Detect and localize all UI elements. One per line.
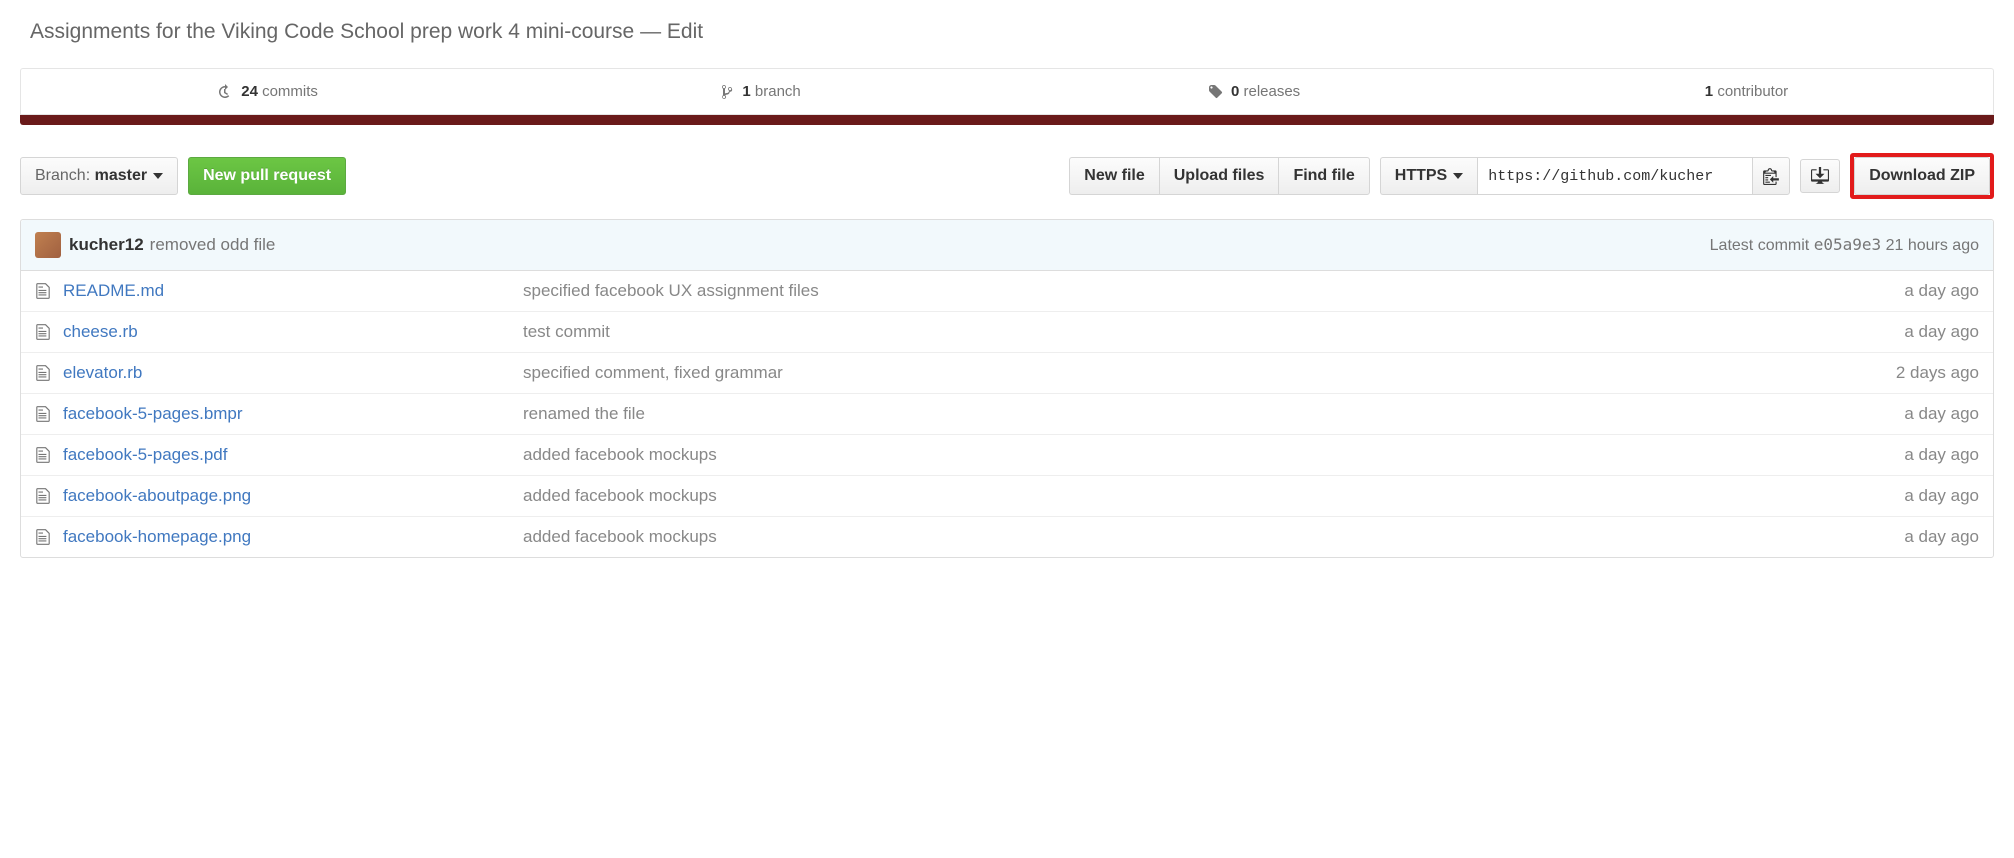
branch-icon [720, 84, 734, 100]
file-row: facebook-aboutpage.png added facebook moc… [21, 476, 1993, 517]
download-zip-button[interactable]: Download ZIP [1854, 157, 1990, 195]
file-link[interactable]: facebook-5-pages.bmpr [63, 404, 243, 423]
branch-name: master [95, 166, 147, 186]
file-list-box: kucher12 removed odd file Latest commit … [20, 219, 1994, 558]
file-icon [35, 446, 51, 464]
file-commit-msg[interactable]: renamed the file [523, 404, 1904, 424]
open-desktop-button[interactable] [1800, 159, 1840, 193]
file-age: a day ago [1904, 527, 1979, 547]
file-age: 2 days ago [1896, 363, 1979, 383]
upload-files-button[interactable]: Upload files [1159, 157, 1279, 195]
file-commit-msg[interactable]: added facebook mockups [523, 527, 1904, 547]
history-icon [217, 84, 233, 100]
file-icon [35, 528, 51, 546]
file-row: facebook-5-pages.bmpr renamed the filea d… [21, 394, 1993, 435]
commit-when: 21 hours ago [1886, 237, 1979, 254]
file-age: a day ago [1904, 281, 1979, 301]
file-link[interactable]: facebook-homepage.png [63, 527, 251, 546]
branches-label: branch [755, 83, 801, 100]
file-commit-msg[interactable]: test commit [523, 322, 1904, 342]
commit-sha[interactable]: e05a9e3 [1814, 235, 1881, 254]
commit-author[interactable]: kucher12 [69, 235, 144, 255]
file-row: README.md specified facebook UX assignmen… [21, 271, 1993, 312]
stats-branches[interactable]: 1 branch [514, 69, 1007, 114]
file-commit-msg[interactable]: added facebook mockups [523, 445, 1904, 465]
file-actions-group: New file Upload files Find file [1069, 157, 1369, 195]
file-link[interactable]: facebook-aboutpage.png [63, 486, 251, 505]
releases-count: 0 [1231, 83, 1239, 100]
download-zip-highlight: Download ZIP [1850, 153, 1994, 199]
file-age: a day ago [1904, 445, 1979, 465]
tag-icon [1207, 84, 1223, 100]
file-commit-msg[interactable]: added facebook mockups [523, 486, 1904, 506]
file-commit-msg[interactable]: specified comment, fixed grammar [523, 363, 1896, 383]
contributors-label: contributor [1717, 83, 1788, 100]
file-age: a day ago [1904, 404, 1979, 424]
clone-group: HTTPS [1380, 157, 1790, 195]
branches-count: 1 [742, 83, 750, 100]
file-icon [35, 282, 51, 300]
commit-meta: Latest commit e05a9e3 21 hours ago [1710, 235, 1979, 255]
file-age: a day ago [1904, 486, 1979, 506]
file-link[interactable]: cheese.rb [63, 322, 138, 341]
file-row: facebook-5-pages.pdf added facebook mocku… [21, 435, 1993, 476]
commit-message[interactable]: removed odd file [150, 235, 276, 255]
caret-down-icon [153, 173, 163, 179]
avatar[interactable] [35, 232, 61, 258]
repo-description: Assignments for the Viking Code School p… [20, 20, 1994, 44]
caret-down-icon [1453, 173, 1463, 179]
desktop-download-icon [1811, 167, 1829, 185]
stats-releases[interactable]: 0 releases [1007, 69, 1500, 114]
file-icon [35, 364, 51, 382]
toolbar: Branch: master New pull request New file… [20, 153, 1994, 199]
stats-bar: 24 commits 1 branch 0 releases 1 contrib… [20, 68, 1994, 115]
latest-commit-label: Latest commit [1710, 237, 1810, 254]
protocol-select[interactable]: HTTPS [1380, 157, 1477, 195]
branch-select[interactable]: Branch: master [20, 157, 178, 195]
file-row: cheese.rb test commita day ago [21, 312, 1993, 353]
file-link[interactable]: README.md [63, 281, 164, 300]
file-row: elevator.rb specified comment, fixed gram… [21, 353, 1993, 394]
copy-url-button[interactable] [1752, 157, 1790, 195]
commits-count: 24 [241, 83, 258, 100]
file-icon [35, 323, 51, 341]
file-link[interactable]: elevator.rb [63, 363, 142, 382]
contributors-count: 1 [1705, 83, 1713, 100]
clone-url-input[interactable] [1477, 157, 1752, 195]
file-icon [35, 487, 51, 505]
file-row: facebook-homepage.png added facebook mock… [21, 517, 1993, 557]
branch-prefix: Branch: [35, 166, 90, 186]
file-icon [35, 405, 51, 423]
file-age: a day ago [1904, 322, 1979, 342]
description-text: Assignments for the Viking Code School p… [30, 20, 634, 43]
new-file-button[interactable]: New file [1069, 157, 1158, 195]
file-commit-msg[interactable]: specified facebook UX assignment files [523, 281, 1904, 301]
language-bar [20, 115, 1994, 125]
file-link[interactable]: facebook-5-pages.pdf [63, 445, 227, 464]
releases-label: releases [1243, 83, 1300, 100]
edit-link[interactable]: Edit [667, 20, 703, 43]
clipboard-icon [1763, 167, 1779, 185]
new-pull-request-button[interactable]: New pull request [188, 157, 346, 195]
commits-label: commits [262, 83, 318, 100]
protocol-label: HTTPS [1395, 166, 1447, 186]
find-file-button[interactable]: Find file [1278, 157, 1369, 195]
latest-commit-bar: kucher12 removed odd file Latest commit … [21, 220, 1993, 271]
stats-commits[interactable]: 24 commits [21, 69, 514, 114]
stats-contributors[interactable]: 1 contributor [1500, 69, 1993, 114]
